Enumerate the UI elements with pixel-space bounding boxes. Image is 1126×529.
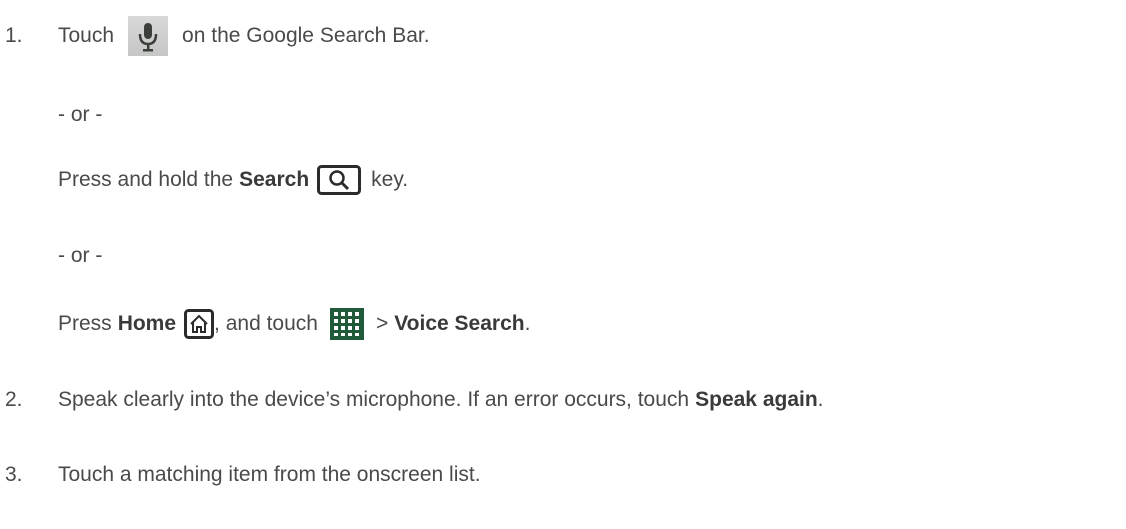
- home-key-label: Home: [117, 312, 177, 335]
- or-text: - or -: [58, 244, 103, 267]
- alt-text: Press and hold the: [58, 168, 234, 191]
- home-key-icon: [184, 309, 215, 339]
- step-text: on the Google Search Bar.: [182, 24, 430, 47]
- step-number: 2.: [5, 388, 23, 411]
- step-3: 3. Touch a matching item from the onscre…: [0, 455, 1126, 495]
- step-text: Touch a matching item from the onscreen …: [58, 463, 481, 486]
- alt-text: Press: [58, 312, 112, 335]
- step-number: 1.: [5, 24, 23, 47]
- step-number: 3.: [5, 463, 23, 486]
- microphone-icon: [128, 16, 169, 56]
- arrow-text: >: [375, 312, 389, 335]
- apps-grid-icon: [329, 308, 364, 340]
- alt-text: key.: [371, 168, 409, 191]
- or-text: - or -: [58, 103, 103, 126]
- alternative-home-key: Press Home , and touch > Voice Search .: [58, 304, 530, 344]
- step-2: 2. Speak clearly into the device’s micro…: [0, 380, 1126, 420]
- step-1: 1. Touch on the Google Search Bar.: [0, 16, 1126, 56]
- search-key-label: Search: [239, 168, 310, 191]
- search-key-icon: [317, 165, 362, 195]
- step-text: Speak clearly into the device’s micropho…: [58, 388, 690, 411]
- or-separator: - or -: [58, 95, 102, 135]
- speak-again-label: Speak again: [695, 388, 818, 411]
- alt-text: , and touch: [214, 312, 318, 335]
- voice-search-label: Voice Search: [394, 312, 525, 335]
- step-text: .: [817, 388, 824, 411]
- step-text: Touch: [58, 24, 115, 47]
- alternative-search-key: Press and hold the Search key.: [58, 160, 408, 200]
- alt-text: .: [524, 312, 531, 335]
- or-separator: - or -: [58, 236, 102, 276]
